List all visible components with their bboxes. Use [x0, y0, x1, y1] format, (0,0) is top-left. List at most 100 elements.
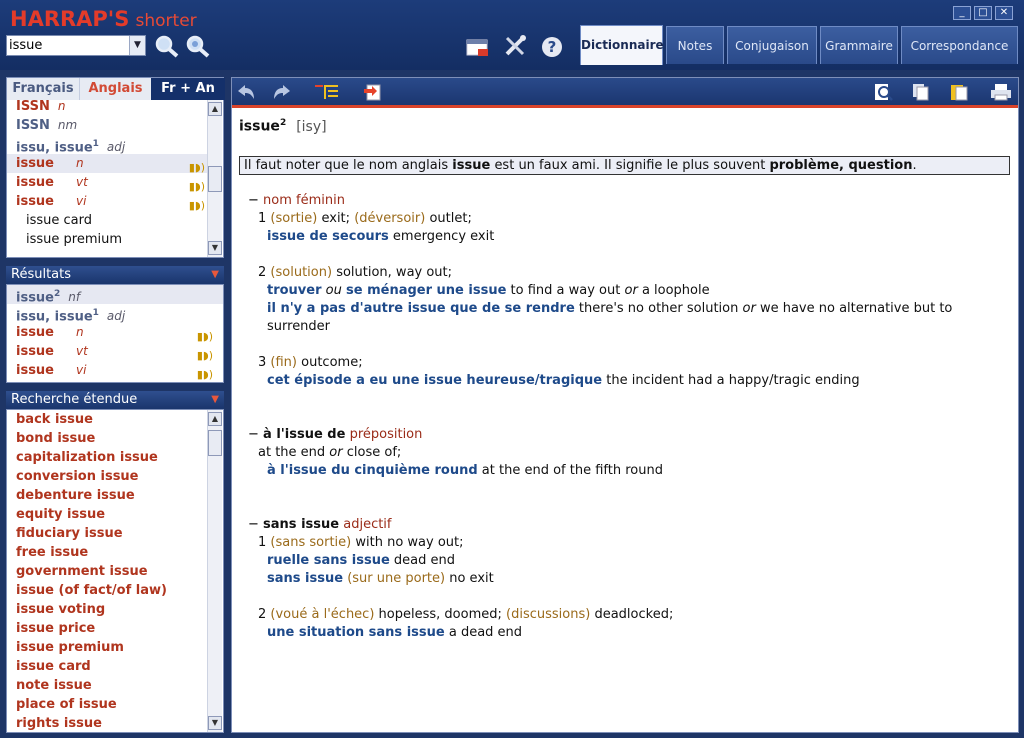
list-item[interactable]: place of issue: [7, 695, 207, 714]
scroll-up-button[interactable]: ▲: [208, 412, 222, 426]
scroll-down-button[interactable]: ▼: [208, 716, 222, 730]
list-item[interactable]: issue (of fact/of law): [7, 581, 207, 600]
entry-toolbar: [232, 78, 1018, 108]
sense: at the end or close of;: [258, 445, 402, 460]
search-icon[interactable]: [154, 34, 180, 58]
list-item[interactable]: conversion issue: [7, 467, 207, 486]
tab-notes[interactable]: Notes: [666, 26, 724, 64]
sense: 1 (sortie) exit; (déversoir) outlet;: [258, 211, 472, 226]
list-item[interactable]: capitalization issue: [7, 448, 207, 467]
bookmark-icon[interactable]: [362, 83, 382, 101]
list-item[interactable]: fiduciary issue: [7, 524, 207, 543]
list-item[interactable]: ISSN nm: [7, 116, 207, 135]
list-item[interactable]: bond issue: [7, 429, 207, 448]
extended-scrollbar[interactable]: ▲ ▼: [207, 410, 222, 732]
list-item[interactable]: note issue: [7, 676, 207, 695]
list-item[interactable]: issu, issue1 adj: [7, 135, 207, 155]
example: issue de secours emergency exit: [267, 229, 495, 244]
tab-correspondance[interactable]: Correspondance: [901, 26, 1018, 64]
outline-view-icon[interactable]: [314, 83, 340, 101]
list-item[interactable]: issue n ▮◗): [7, 323, 223, 343]
collapse-icon[interactable]: ▼: [211, 391, 219, 409]
search-input[interactable]: [7, 36, 129, 55]
extended-list: back issue bond issue capitalization iss…: [7, 410, 207, 732]
list-item[interactable]: ISSN n: [7, 100, 207, 116]
back-arrow-icon[interactable]: [236, 83, 256, 101]
extended-search-panel: back issue bond issue capitalization iss…: [6, 409, 224, 733]
example: ruelle sans issue dead end: [267, 553, 456, 568]
advanced-search-icon[interactable]: [184, 34, 212, 58]
sound-icon[interactable]: ▮◗): [197, 365, 213, 384]
forward-arrow-icon[interactable]: [272, 83, 292, 101]
search-dropdown-button[interactable]: ▼: [129, 36, 145, 55]
extended-search-header[interactable]: Recherche étendue ▼: [6, 391, 224, 409]
entry-pane: issue2 [isy] Il faut noter que le nom ang…: [231, 77, 1019, 733]
tab-grammaire[interactable]: Grammaire: [820, 26, 898, 64]
tab-anglais[interactable]: Anglais: [79, 78, 151, 100]
search-combobox[interactable]: ▼: [6, 35, 146, 56]
list-item[interactable]: free issue: [7, 543, 207, 562]
scroll-thumb[interactable]: [208, 430, 222, 456]
left-column: Français Anglais Fr + An ISSN n ISSN nm is…: [6, 77, 225, 733]
list-item[interactable]: government issue: [7, 562, 207, 581]
list-item[interactable]: issue vt ▮◗): [7, 342, 223, 362]
collapse-icon[interactable]: −: [248, 193, 259, 208]
copy-icon[interactable]: [911, 83, 931, 101]
example: il n'y a pas d'autre issue que de se ren…: [267, 301, 953, 316]
collapse-icon[interactable]: −: [248, 427, 259, 442]
list-item[interactable]: issue vi ▮◗): [7, 361, 223, 381]
tab-francais[interactable]: Français: [7, 78, 79, 100]
tab-conjugaison[interactable]: Conjugaison: [727, 26, 817, 64]
list-item[interactable]: issue vi ▮◗): [7, 192, 207, 212]
tab-dictionnaire[interactable]: Dictionnaire: [580, 25, 664, 65]
example-continued: surrender: [267, 319, 331, 334]
sense: 2 (solution) solution, way out;: [258, 265, 453, 280]
window-mode-icon[interactable]: [466, 38, 490, 58]
sense: 2 (voué à l'échec) hopeless, doomed; (di…: [258, 607, 674, 622]
list-item[interactable]: issue price: [7, 619, 207, 638]
help-icon[interactable]: ?: [540, 35, 564, 59]
list-item[interactable]: issue premium: [7, 638, 207, 657]
sense: 1 (sans sortie) with no way out;: [258, 535, 464, 550]
collapse-icon[interactable]: −: [248, 517, 259, 532]
entry-content: issue2 [isy] Il faut noter que le nom ang…: [232, 111, 1018, 731]
sense: 3 (fin) outcome;: [258, 355, 363, 370]
maximize-button[interactable]: □: [974, 6, 992, 20]
close-button[interactable]: ✕: [995, 6, 1013, 20]
results-header[interactable]: Résultats ▼: [6, 266, 224, 284]
list-item[interactable]: rights issue: [7, 714, 207, 732]
find-in-page-icon[interactable]: [873, 83, 893, 101]
false-friend-note: Il faut noter que le nom anglais issue e…: [239, 156, 1010, 175]
list-item[interactable]: issue vt ▮◗): [7, 173, 207, 193]
list-item[interactable]: issue card: [7, 657, 207, 676]
scroll-up-button[interactable]: ▲: [208, 102, 222, 116]
app-logo: HARRAP'S shorter: [10, 7, 197, 31]
tools-icon[interactable]: [503, 34, 529, 58]
paste-icon[interactable]: [949, 83, 969, 101]
example: à l'issue du cinquième round at the end …: [267, 463, 663, 478]
list-item[interactable]: issue2 nf: [7, 285, 223, 305]
list-item[interactable]: issue n ▮◗): [7, 154, 207, 174]
example: une situation sans issue a dead end: [267, 625, 523, 640]
index-scrollbar[interactable]: ▲ ▼: [207, 100, 222, 257]
list-item[interactable]: back issue: [7, 410, 207, 429]
language-tabs: Français Anglais Fr + An: [7, 78, 225, 100]
example: trouver ou se ménager une issue to find …: [267, 283, 710, 298]
minimize-button[interactable]: _: [953, 6, 971, 20]
example: cet épisode a eu une issue heureuse/trag…: [267, 373, 860, 388]
entry-headword: issue2 [isy]: [239, 118, 327, 135]
scroll-down-button[interactable]: ▼: [208, 241, 222, 255]
collapse-icon[interactable]: ▼: [211, 266, 219, 284]
list-item[interactable]: issue card: [7, 211, 207, 230]
scroll-thumb[interactable]: [208, 166, 222, 192]
index-panel: Français Anglais Fr + An ISSN n ISSN nm is…: [6, 77, 225, 258]
list-item[interactable]: equity issue: [7, 505, 207, 524]
list-item[interactable]: issu, issue1 adj: [7, 304, 223, 324]
print-icon[interactable]: [989, 83, 1013, 101]
list-item[interactable]: debenture issue: [7, 486, 207, 505]
list-item[interactable]: issue voting: [7, 600, 207, 619]
tab-fr-an[interactable]: Fr + An: [151, 78, 225, 100]
list-item[interactable]: issue premium: [7, 230, 207, 249]
app-header: HARRAP'S shorter ▼ ? _ □ ✕ Dictionnaire …: [0, 0, 1024, 70]
pos-heading: − à l'issue de préposition: [248, 427, 423, 442]
